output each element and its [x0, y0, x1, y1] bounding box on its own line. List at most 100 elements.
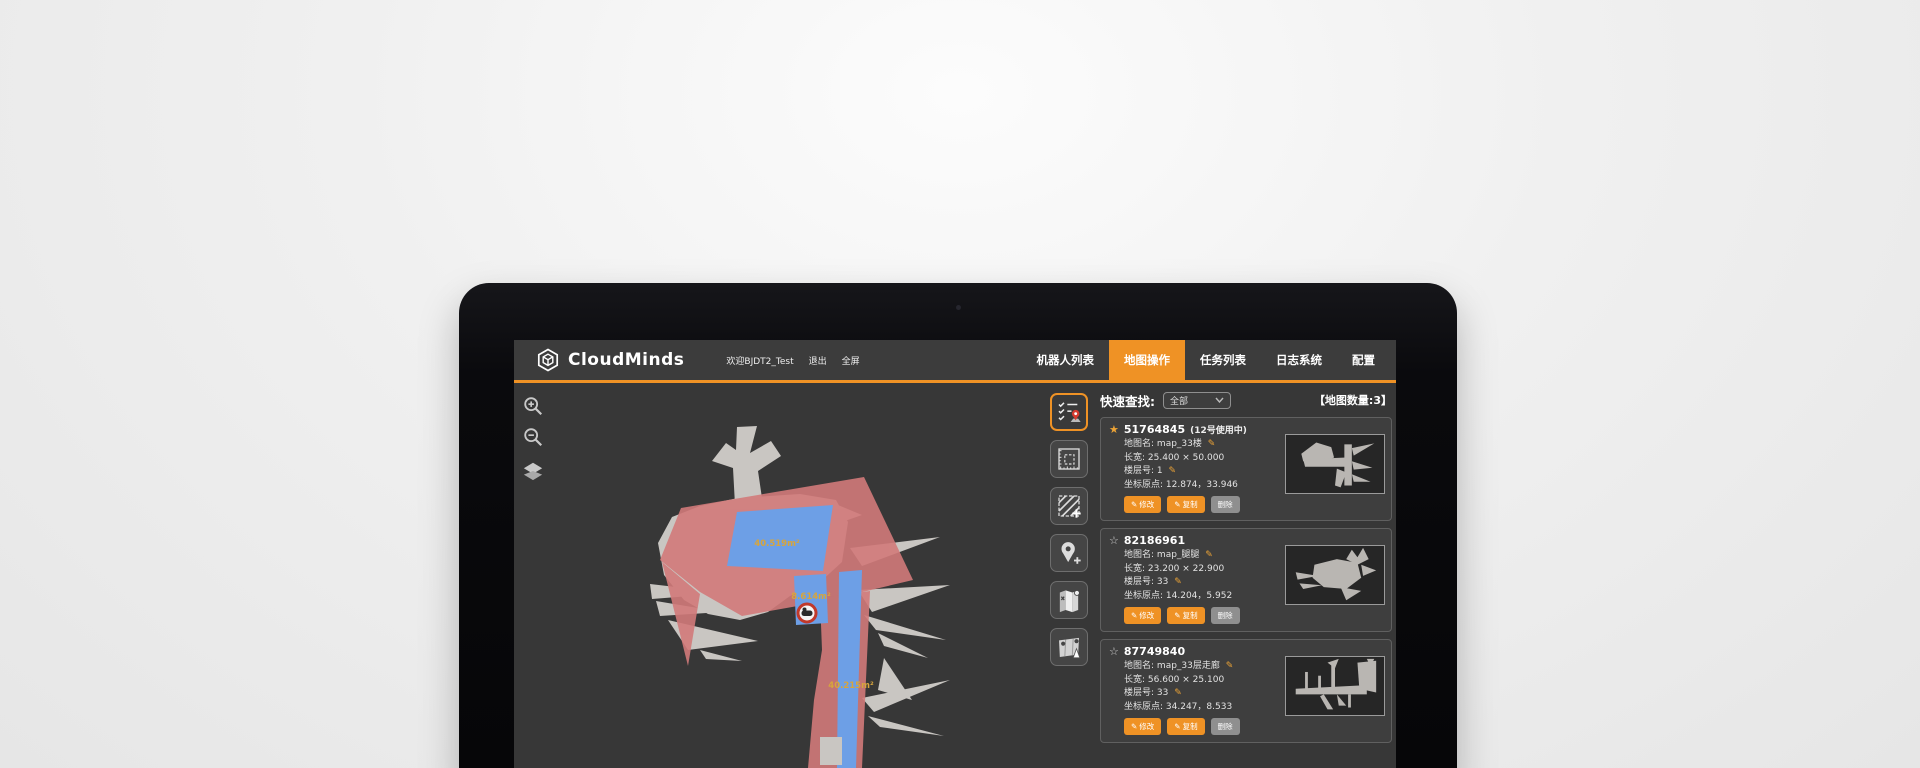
- field-label: 楼层号:: [1124, 577, 1154, 587]
- edit-pencil-icon[interactable]: ✎: [1174, 688, 1182, 698]
- copy-map-button[interactable]: ✎复制: [1167, 718, 1204, 735]
- edit-pencil-icon[interactable]: ✎: [1226, 661, 1234, 671]
- field-label: 楼层号:: [1124, 466, 1154, 476]
- map-zoom-tools: [522, 395, 544, 482]
- edit-map-button[interactable]: ✎修改: [1124, 718, 1161, 735]
- quick-search-label: 快速查找:: [1100, 391, 1155, 410]
- field-label: 长宽:: [1124, 675, 1145, 685]
- field-label: 楼层号:: [1124, 688, 1154, 698]
- tab-config[interactable]: 配置: [1337, 340, 1390, 380]
- restricted-area-add-icon: [1054, 491, 1084, 521]
- desktop-background: CloudMinds 欢迎BJDT2_Test 退出 全屏 机器人列表 地图操作…: [0, 0, 1920, 768]
- map-tool-column: [1050, 393, 1088, 666]
- delete-map-button[interactable]: 删除: [1211, 496, 1240, 513]
- map-in-use-badge: (12号使用中): [1190, 423, 1247, 436]
- delete-map-button[interactable]: 删除: [1211, 607, 1240, 624]
- nav-spacer: [860, 340, 1022, 380]
- map-size-value: 56.600 × 25.100: [1148, 675, 1224, 685]
- map-list-panel: 快速查找: 全部 【地图数量:3】 ★: [1100, 389, 1392, 750]
- star-icon[interactable]: ★: [1109, 424, 1119, 435]
- webcam-dot: [956, 305, 961, 310]
- area-label: 40.519m²: [754, 539, 800, 549]
- map-thumbnail: [1285, 434, 1385, 494]
- floor-value: 33: [1157, 688, 1168, 698]
- area-label: 40.215m²: [828, 681, 874, 691]
- map-id: 87749840: [1124, 645, 1185, 658]
- map-annotate-tool[interactable]: [1050, 581, 1088, 619]
- star-icon[interactable]: ☆: [1109, 535, 1119, 546]
- zoom-out-icon[interactable]: [522, 426, 544, 448]
- brand-name: CloudMinds: [568, 350, 684, 370]
- map-card: ☆ 82186961 地图名: map_腿腿 ✎ 长宽: 23.200 × 22…: [1100, 528, 1392, 632]
- area-label: 8.614m²: [791, 592, 831, 602]
- field-label: 地图名:: [1124, 550, 1154, 560]
- map-workspace: 40.519m² 8.614m² 40.215m²: [514, 383, 1396, 768]
- tab-task-list[interactable]: 任务列表: [1185, 340, 1261, 380]
- floor-value: 33: [1157, 577, 1168, 587]
- map-thumbnail: [1285, 656, 1385, 716]
- poi-add-icon: [1054, 538, 1084, 568]
- map-upload-tool[interactable]: [1050, 628, 1088, 666]
- task-location-tool[interactable]: [1050, 393, 1088, 431]
- map-id: 51764845: [1124, 423, 1185, 436]
- copy-map-button[interactable]: ✎复制: [1167, 496, 1204, 513]
- field-label: 坐标原点:: [1124, 480, 1163, 490]
- map-name-value: map_33层走廊: [1157, 661, 1220, 671]
- restricted-area-add-tool[interactable]: [1050, 487, 1088, 525]
- tab-log-system[interactable]: 日志系统: [1261, 340, 1337, 380]
- map-upload-icon: [1054, 632, 1084, 662]
- field-label: 坐标原点:: [1124, 591, 1163, 601]
- origin-value: 14.204，5.952: [1166, 591, 1232, 601]
- poi-add-tool[interactable]: [1050, 534, 1088, 572]
- main-tabs: 机器人列表 地图操作 任务列表 日志系统 配置: [1022, 340, 1391, 380]
- area-measure-tool[interactable]: [1050, 440, 1088, 478]
- laptop-bezel: CloudMinds 欢迎BJDT2_Test 退出 全屏 机器人列表 地图操作…: [459, 283, 1457, 768]
- field-label: 长宽:: [1124, 564, 1145, 574]
- scan-fragment: [820, 737, 842, 765]
- field-label: 地图名:: [1124, 661, 1154, 671]
- area-measure-icon: [1054, 444, 1084, 474]
- layers-icon[interactable]: [522, 460, 544, 482]
- map-card: ★ 51764845 (12号使用中) 地图名: map_33楼 ✎ 长宽: 2…: [1100, 417, 1392, 521]
- edit-pencil-icon[interactable]: ✎: [1205, 550, 1213, 560]
- map-card: ☆ 87749840 地图名: map_33层走廊 ✎ 长宽: 56.600 ×…: [1100, 639, 1392, 743]
- edit-pencil-icon[interactable]: ✎: [1208, 439, 1216, 449]
- robot-position-marker[interactable]: [798, 604, 816, 622]
- origin-value: 34.247，8.533: [1166, 702, 1232, 712]
- tab-robot-list[interactable]: 机器人列表: [1022, 340, 1110, 380]
- edit-pencil-icon[interactable]: ✎: [1174, 577, 1182, 587]
- fullscreen-link[interactable]: 全屏: [842, 354, 860, 367]
- map-name-value: map_33楼: [1157, 439, 1202, 449]
- map-thumbnail: [1285, 545, 1385, 605]
- map-annotate-icon: [1054, 585, 1084, 615]
- edit-pencil-icon[interactable]: ✎: [1169, 466, 1177, 476]
- origin-value: 12.874，33.946: [1166, 480, 1238, 490]
- map-size-value: 23.200 × 22.900: [1148, 564, 1224, 574]
- floor-value: 1: [1157, 466, 1163, 476]
- tab-map-operations[interactable]: 地图操作: [1109, 340, 1185, 380]
- task-location-icon: [1054, 397, 1084, 427]
- logout-link[interactable]: 退出: [809, 354, 827, 367]
- edit-map-button[interactable]: ✎修改: [1124, 607, 1161, 624]
- brand-logo: CloudMinds: [514, 340, 684, 380]
- map-size-value: 25.400 × 50.000: [1148, 453, 1224, 463]
- map-filter-select[interactable]: 全部: [1163, 392, 1231, 409]
- edit-map-button[interactable]: ✎修改: [1124, 496, 1161, 513]
- top-navbar: CloudMinds 欢迎BJDT2_Test 退出 全屏 机器人列表 地图操作…: [514, 340, 1396, 383]
- field-label: 长宽:: [1124, 453, 1145, 463]
- field-label: 坐标原点:: [1124, 702, 1163, 712]
- panel-header: 快速查找: 全部 【地图数量:3】: [1100, 389, 1392, 411]
- app-screen: CloudMinds 欢迎BJDT2_Test 退出 全屏 机器人列表 地图操作…: [514, 340, 1396, 768]
- star-icon[interactable]: ☆: [1109, 646, 1119, 657]
- cloudminds-logo-icon: [536, 348, 560, 372]
- copy-map-button[interactable]: ✎复制: [1167, 607, 1204, 624]
- map-count-badge: 【地图数量:3】: [1314, 392, 1392, 408]
- welcome-text: 欢迎BJDT2_Test: [726, 354, 793, 367]
- field-label: 地图名:: [1124, 439, 1154, 449]
- map-canvas[interactable]: 40.519m² 8.614m² 40.215m²: [650, 423, 950, 768]
- delete-map-button[interactable]: 删除: [1211, 718, 1240, 735]
- filter-value: 全部: [1170, 394, 1188, 407]
- zoom-in-icon[interactable]: [522, 395, 544, 417]
- map-name-value: map_腿腿: [1157, 550, 1200, 560]
- chevron-down-icon: [1215, 397, 1224, 403]
